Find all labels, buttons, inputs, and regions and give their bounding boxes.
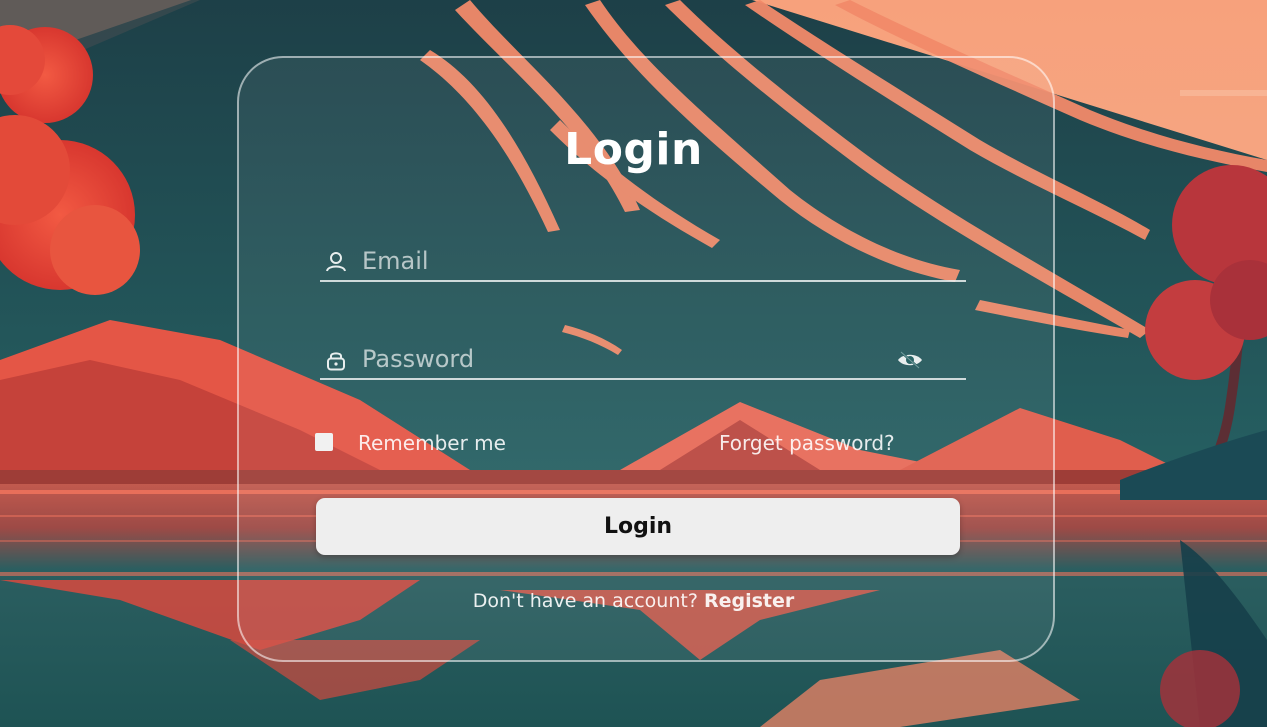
email-field[interactable]: Email: [320, 242, 966, 282]
remember-label: Remember me: [358, 431, 506, 455]
login-button[interactable]: Login: [316, 498, 960, 555]
register-link[interactable]: Register: [704, 590, 794, 612]
password-field[interactable]: Password: [320, 340, 966, 380]
remember-checkbox[interactable]: [315, 433, 333, 451]
eye-slash-icon[interactable]: [896, 348, 924, 372]
email-underline: [320, 280, 966, 282]
page-title: Login: [564, 124, 703, 175]
password-input[interactable]: Password: [362, 344, 882, 374]
register-prompt: Don't have an account? Register: [0, 590, 1267, 612]
email-input[interactable]: Email: [362, 246, 882, 276]
register-prefix: Don't have an account?: [472, 590, 698, 612]
lock-icon: [324, 348, 348, 372]
password-underline: [320, 378, 966, 380]
user-icon: [324, 250, 348, 274]
forgot-password-link[interactable]: Forget password?: [719, 431, 895, 455]
